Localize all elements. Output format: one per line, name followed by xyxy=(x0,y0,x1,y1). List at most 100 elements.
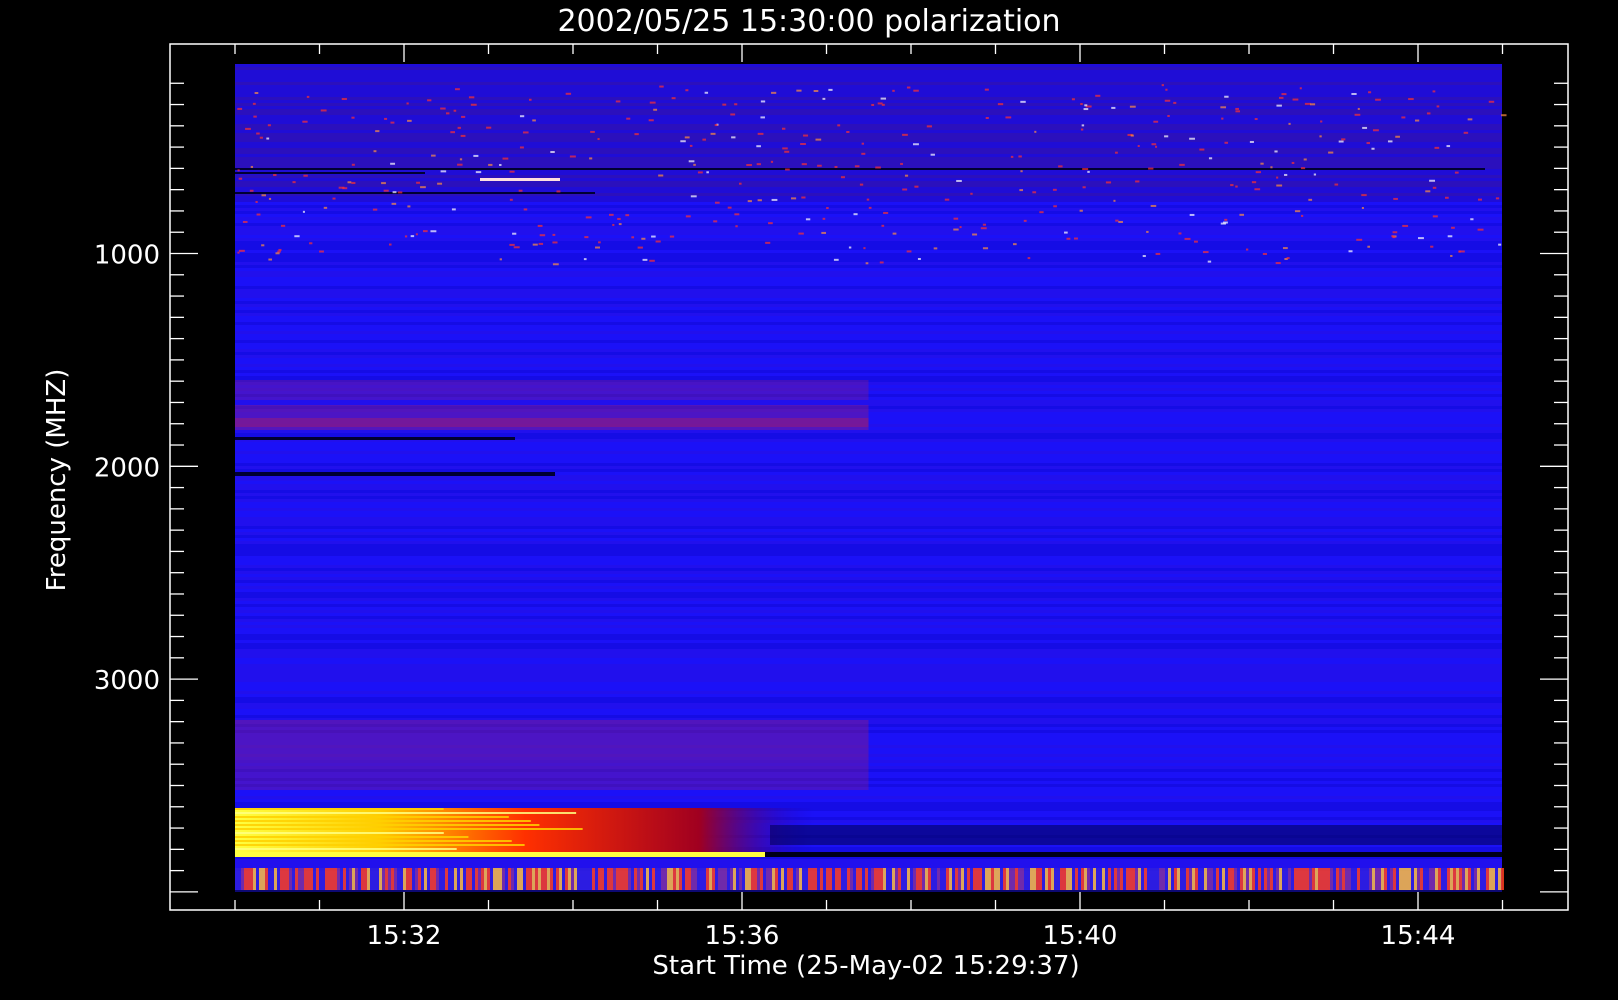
heatmap-speckle xyxy=(1099,868,1102,890)
heatmap-speckle xyxy=(1023,219,1027,222)
heatmap-speckle xyxy=(875,166,881,169)
heatmap-speckle xyxy=(889,868,892,890)
heatmap-speckle xyxy=(784,868,787,890)
heatmap-band xyxy=(235,142,1502,145)
heatmap-speckle xyxy=(1279,96,1284,99)
heatmap-speckle xyxy=(1360,868,1363,890)
heatmap-speckle xyxy=(646,868,649,890)
heatmap-band xyxy=(235,676,1502,679)
heatmap-band xyxy=(235,700,1502,703)
heatmap-speckle xyxy=(1012,868,1015,890)
heatmap-band xyxy=(235,445,1502,448)
heatmap-speckle xyxy=(262,868,265,890)
heatmap-speckle xyxy=(1135,868,1138,890)
heatmap-speckle xyxy=(912,143,919,146)
heatmap-speckle xyxy=(904,868,907,890)
heatmap-speckle xyxy=(253,115,257,118)
heatmap-speckle xyxy=(338,186,345,189)
heatmap-speckle xyxy=(784,150,790,153)
heatmap-speckle xyxy=(1090,868,1093,890)
heatmap-band xyxy=(235,697,1502,700)
heatmap-speckle xyxy=(508,868,511,890)
heatmap-band xyxy=(235,655,1502,658)
heatmap-speckle xyxy=(275,252,280,255)
heatmap-speckle xyxy=(1150,204,1157,207)
heatmap-speckle xyxy=(1220,106,1227,109)
heatmap-speckle xyxy=(913,868,916,890)
heatmap-speckle xyxy=(735,225,738,228)
heatmap-speckle xyxy=(509,170,515,173)
heatmap-speckle xyxy=(1300,167,1306,170)
heatmap-speckle xyxy=(1254,118,1258,121)
heatmap-speckle xyxy=(1177,868,1180,890)
heatmap-band xyxy=(235,580,1502,583)
heatmap-speckle xyxy=(1458,250,1461,253)
heatmap-speckle xyxy=(519,146,524,149)
heatmap-band xyxy=(235,550,1502,553)
heatmap-band xyxy=(235,241,1502,244)
heatmap-band xyxy=(235,208,1502,211)
heatmap-band xyxy=(235,247,1502,250)
heatmap-band xyxy=(235,196,1502,199)
heatmap-band xyxy=(235,583,1502,586)
heatmap-speckle xyxy=(1189,868,1192,890)
heatmap-speckle xyxy=(688,160,695,163)
heatmap-band xyxy=(235,607,1502,610)
heatmap-speckle xyxy=(1261,868,1264,890)
heatmap-band xyxy=(235,175,1502,178)
heatmap-speckle xyxy=(351,116,355,119)
heatmap-speckle xyxy=(394,868,397,890)
heatmap-speckle xyxy=(1064,231,1068,234)
heatmap-speckle xyxy=(907,868,910,890)
heatmap-speckle xyxy=(1147,868,1150,890)
heatmap-speckle xyxy=(1080,103,1083,106)
heatmap-band xyxy=(235,376,1502,379)
heatmap-speckle xyxy=(802,868,805,890)
heatmap-speckle xyxy=(1391,235,1394,238)
heatmap-speckle xyxy=(1165,88,1168,91)
heatmap-speckle xyxy=(1362,126,1368,129)
heatmap-speckle xyxy=(798,232,804,235)
heatmap-speckle xyxy=(391,868,394,890)
heatmap-speckle xyxy=(488,163,493,166)
heatmap-speckle xyxy=(266,137,270,140)
heatmap-band xyxy=(235,679,1502,682)
heatmap-speckle xyxy=(268,868,271,890)
heatmap-speckle xyxy=(1498,868,1501,890)
heatmap-speckle xyxy=(1489,868,1492,890)
heatmap-speckle xyxy=(616,868,619,890)
heatmap-speckle xyxy=(689,144,693,147)
heatmap-speckle xyxy=(980,227,987,230)
heatmap-speckle xyxy=(910,868,913,890)
heatmap-speckle xyxy=(1032,191,1037,194)
heatmap-band xyxy=(235,706,1502,709)
heatmap-band xyxy=(235,97,1502,100)
heatmap-speckle xyxy=(1390,868,1393,890)
heatmap-speckle xyxy=(1276,104,1282,107)
heatmap-speckle xyxy=(310,868,313,890)
heatmap-speckle xyxy=(1251,181,1257,184)
heatmap-band xyxy=(235,526,1502,529)
heatmap-band xyxy=(235,634,1502,637)
heatmap-speckle xyxy=(1199,148,1205,151)
heatmap-speckle xyxy=(502,157,509,160)
heatmap-band xyxy=(235,688,1502,691)
heatmap-speckle xyxy=(457,868,460,890)
heatmap-speckle xyxy=(487,868,490,890)
heatmap-speckle xyxy=(1426,112,1431,115)
heatmap-band xyxy=(235,720,869,760)
heatmap-speckle xyxy=(976,868,979,890)
heatmap-speckle xyxy=(364,868,367,890)
heatmap-speckle xyxy=(964,868,967,890)
heatmap-speckle xyxy=(1470,218,1474,221)
heatmap-speckle xyxy=(1357,107,1360,110)
heatmap-band xyxy=(235,667,1502,670)
heatmap-speckle xyxy=(906,86,911,89)
heatmap-speckle xyxy=(265,868,268,890)
heatmap-speckle xyxy=(1284,173,1288,176)
heatmap-speckle xyxy=(1054,868,1057,890)
heatmap-band xyxy=(235,544,1502,547)
heatmap-band xyxy=(235,139,1502,142)
heatmap-speckle xyxy=(390,121,395,124)
heatmap-speckle xyxy=(1420,868,1423,890)
